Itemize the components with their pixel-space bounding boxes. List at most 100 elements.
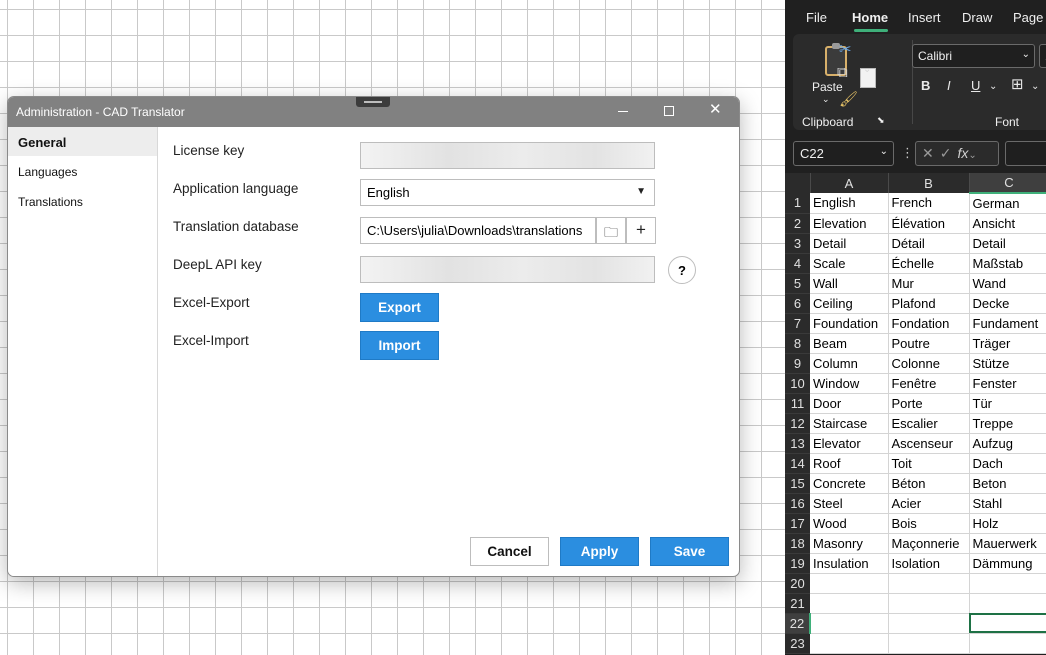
borders-icon[interactable]: ⊞ (1011, 75, 1024, 93)
dialog-titlebar[interactable]: Administration - CAD Translator ✕ (8, 97, 739, 127)
row-header[interactable]: 11 (785, 393, 810, 414)
minimize-button[interactable] (600, 97, 646, 127)
row-header[interactable]: 17 (785, 513, 810, 534)
tab-file[interactable]: File (806, 10, 827, 25)
table-cell[interactable] (810, 613, 889, 634)
table-cell[interactable]: Élévation (888, 213, 970, 234)
sidebar-item-translations[interactable]: Translations (8, 187, 157, 216)
maximize-button[interactable] (646, 97, 692, 127)
row-header[interactable]: 7 (785, 313, 810, 334)
font-size-dropdown[interactable]: 1 (1039, 44, 1046, 68)
table-cell[interactable]: Maßstab (969, 253, 1046, 274)
column-header-a[interactable]: A (810, 173, 889, 193)
table-cell[interactable]: Bois (888, 513, 970, 534)
table-cell[interactable]: Mauerwerk (969, 533, 1046, 554)
table-cell[interactable]: German (969, 193, 1046, 214)
row-header[interactable]: 10 (785, 373, 810, 394)
chevron-down-icon[interactable]: ⌄ (968, 150, 976, 161)
translation-database-field[interactable]: C:\Users\julia\Downloads\translations (360, 217, 596, 244)
row-header[interactable]: 13 (785, 433, 810, 454)
tab-home[interactable]: Home (852, 10, 888, 25)
table-cell[interactable]: Fondation (888, 313, 970, 334)
select-all-corner[interactable] (785, 173, 811, 193)
table-cell[interactable]: Échelle (888, 253, 970, 274)
import-button[interactable]: Import (360, 331, 439, 360)
table-cell[interactable]: Maçonnerie (888, 533, 970, 554)
table-cell[interactable]: Detail (969, 233, 1046, 254)
cancel-entry-icon[interactable]: ✕ (922, 145, 940, 161)
table-cell[interactable]: Tür (969, 393, 1046, 414)
tab-page-layout[interactable]: Page (1013, 10, 1043, 25)
table-cell[interactable]: Detail (810, 233, 889, 254)
tab-insert[interactable]: Insert (908, 10, 941, 25)
table-cell[interactable] (969, 613, 1046, 634)
table-cell[interactable]: Träger (969, 333, 1046, 354)
row-header[interactable]: 12 (785, 413, 810, 434)
borders-dropdown-icon[interactable]: ⌄ (1031, 81, 1039, 92)
table-cell[interactable]: Wall (810, 273, 889, 294)
table-cell[interactable] (888, 573, 970, 594)
table-cell[interactable]: Elevator (810, 433, 889, 454)
column-header-c[interactable]: C (969, 173, 1046, 194)
table-cell[interactable]: Plafond (888, 293, 970, 314)
row-header[interactable]: 15 (785, 473, 810, 494)
table-cell[interactable]: Fundament (969, 313, 1046, 334)
row-header[interactable]: 3 (785, 233, 810, 254)
row-header[interactable]: 1 (785, 193, 810, 214)
row-header[interactable]: 18 (785, 533, 810, 554)
table-cell[interactable]: Toit (888, 453, 970, 474)
table-cell[interactable]: Dämmung (969, 553, 1046, 574)
table-cell[interactable]: Wood (810, 513, 889, 534)
italic-button[interactable]: I (947, 78, 951, 93)
table-cell[interactable]: Colonne (888, 353, 970, 374)
table-cell[interactable]: Wand (969, 273, 1046, 294)
table-cell[interactable]: Acier (888, 493, 970, 514)
table-cell[interactable]: Porte (888, 393, 970, 414)
row-header[interactable]: 22 (785, 613, 811, 634)
table-cell[interactable] (888, 593, 970, 614)
apply-button[interactable]: Apply (560, 537, 639, 566)
confirm-entry-icon[interactable]: ✓ (940, 145, 958, 161)
table-cell[interactable] (969, 573, 1046, 594)
table-cell[interactable]: Beam (810, 333, 889, 354)
table-cell[interactable]: Window (810, 373, 889, 394)
table-cell[interactable]: Stahl (969, 493, 1046, 514)
row-header[interactable]: 16 (785, 493, 810, 514)
table-cell[interactable]: English (810, 193, 889, 214)
cancel-button[interactable]: Cancel (470, 537, 549, 566)
close-button[interactable]: ✕ (692, 97, 738, 127)
table-cell[interactable]: Treppe (969, 413, 1046, 434)
chevron-down-icon[interactable]: ⌄ (822, 94, 830, 105)
table-cell[interactable] (888, 613, 970, 634)
copy-icon[interactable]: ⧉ (837, 64, 848, 81)
help-button[interactable]: ? (668, 256, 696, 284)
table-cell[interactable]: Dach (969, 453, 1046, 474)
row-header[interactable]: 6 (785, 293, 810, 314)
drag-handle[interactable] (356, 97, 390, 107)
table-cell[interactable]: Ascenseur (888, 433, 970, 454)
formula-input[interactable] (1005, 141, 1046, 166)
dialog-launcher-icon[interactable]: ⬊ (877, 115, 885, 126)
table-cell[interactable]: Elevation (810, 213, 889, 234)
table-cell[interactable]: Holz (969, 513, 1046, 534)
row-header[interactable]: 23 (785, 633, 810, 654)
table-cell[interactable]: Béton (888, 473, 970, 494)
deepl-api-key-field[interactable] (360, 256, 655, 283)
underline-dropdown-icon[interactable]: ⌄ (989, 81, 997, 92)
export-button[interactable]: Export (360, 293, 439, 322)
insert-function-button[interactable]: fx (957, 145, 968, 161)
add-database-button[interactable]: + (626, 217, 656, 244)
copy-dropdown-icon[interactable]: ⌄ (863, 64, 871, 75)
table-cell[interactable]: Isolation (888, 553, 970, 574)
font-name-dropdown[interactable]: Calibri ⌄ (912, 44, 1035, 68)
license-key-field[interactable] (360, 142, 655, 169)
row-header[interactable]: 2 (785, 213, 810, 234)
table-cell[interactable]: Stütze (969, 353, 1046, 374)
table-cell[interactable]: Fenster (969, 373, 1046, 394)
table-cell[interactable] (810, 633, 889, 654)
table-cell[interactable]: Détail (888, 233, 970, 254)
table-cell[interactable]: Steel (810, 493, 889, 514)
row-header[interactable]: 14 (785, 453, 810, 474)
table-cell[interactable]: French (888, 193, 970, 214)
table-cell[interactable]: Aufzug (969, 433, 1046, 454)
